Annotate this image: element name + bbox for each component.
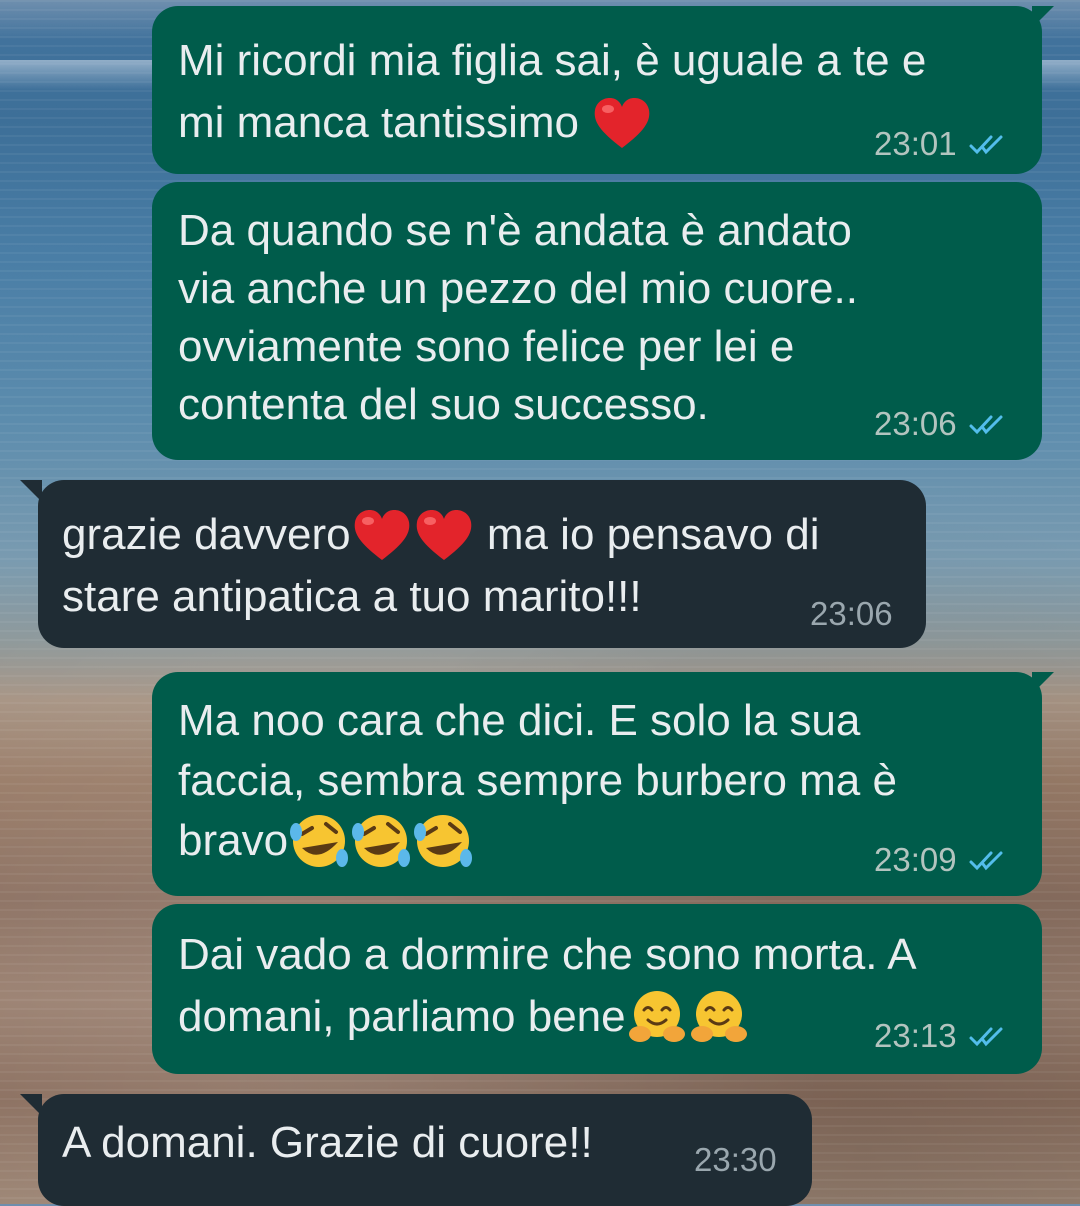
- message-text-line: stare antipatica a tuo marito!!!: [62, 572, 642, 621]
- message-text-line: bravo: [178, 812, 474, 870]
- bubble-tail: [1032, 672, 1054, 694]
- message-bubble-outgoing[interactable]: Da quando se n'è andata è andato via anc…: [152, 182, 1042, 460]
- message-text: grazie davvero: [62, 510, 351, 559]
- message-text-line: domani, parliamo bene: [178, 988, 750, 1046]
- message-time: 23:01: [874, 125, 957, 162]
- message-time: 23:06: [810, 595, 893, 632]
- rolling-on-floor-laughing-icon: [350, 812, 412, 870]
- message-text-line: contenta del suo successo.: [178, 380, 709, 429]
- message-meta: 23:13: [874, 1018, 1007, 1056]
- double-check-read-icon: [967, 408, 1007, 444]
- message-meta: 23:06: [810, 596, 893, 632]
- message-time: 23:06: [874, 405, 957, 442]
- message-text-line: Da quando se n'è andata è andato: [178, 206, 852, 255]
- message-bubble-incoming[interactable]: grazie davvero ma io pensavo di stare an…: [20, 480, 926, 648]
- message-text: mi manca tantissimo: [178, 98, 592, 147]
- message-text-line: Dai vado a dormire che sono morta. A: [178, 930, 917, 979]
- message-time: 23:30: [694, 1141, 777, 1178]
- bubble-tail: [20, 1094, 42, 1116]
- rolling-on-floor-laughing-icon: [288, 812, 350, 870]
- message-text: ma io pensavo di: [474, 510, 820, 559]
- message-meta: 23:01: [874, 126, 1007, 164]
- message-text-line: Ma noo cara che dici. E solo la sua: [178, 696, 861, 745]
- red-heart-icon: [413, 506, 475, 564]
- message-text-line: A domani. Grazie di cuore!!: [62, 1118, 593, 1167]
- double-check-read-icon: [967, 1020, 1007, 1056]
- red-heart-icon: [591, 94, 653, 152]
- message-bubble-outgoing[interactable]: Ma noo cara che dici. E solo la sua facc…: [152, 672, 1054, 896]
- double-check-read-icon: [967, 844, 1007, 880]
- message-meta: 23:06: [874, 406, 1007, 444]
- message-bubble-outgoing[interactable]: Mi ricordi mia figlia sai, è uguale a te…: [152, 6, 1054, 174]
- message-bubble-incoming[interactable]: A domani. Grazie di cuore!! 23:30: [20, 1094, 812, 1206]
- hugging-face-icon: [688, 988, 750, 1046]
- message-text-line: ovviamente sono felice per lei e: [178, 322, 795, 371]
- double-check-read-icon: [967, 128, 1007, 164]
- rolling-on-floor-laughing-icon: [412, 812, 474, 870]
- message-meta: 23:30: [694, 1142, 777, 1178]
- message-meta: 23:09: [874, 842, 1007, 880]
- message-text-line: grazie davvero ma io pensavo di: [62, 506, 819, 564]
- hugging-face-icon: [626, 988, 688, 1046]
- message-bubble-outgoing[interactable]: Dai vado a dormire che sono morta. A dom…: [152, 904, 1042, 1074]
- bubble-tail: [20, 480, 42, 502]
- message-text: domani, parliamo bene: [178, 992, 626, 1041]
- message-text-line: Mi ricordi mia figlia sai, è uguale a te…: [178, 36, 927, 85]
- message-text: bravo: [178, 816, 289, 865]
- message-time: 23:13: [874, 1017, 957, 1054]
- message-text-line: via anche un pezzo del mio cuore..: [178, 264, 858, 313]
- red-heart-icon: [351, 506, 413, 564]
- message-text-line: faccia, sembra sempre burbero ma è: [178, 756, 897, 805]
- message-text-line: mi manca tantissimo: [178, 94, 653, 152]
- bubble-tail: [1032, 6, 1054, 28]
- message-time: 23:09: [874, 841, 957, 878]
